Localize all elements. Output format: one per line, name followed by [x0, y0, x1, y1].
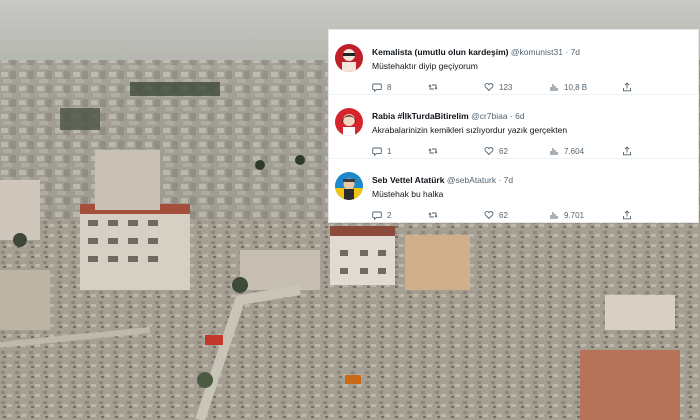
- tweet[interactable]: Rabia #İlkTurdaBitirelim @cr7biaa · 6d A…: [329, 94, 698, 159]
- avatar-portrait-icon[interactable]: [335, 172, 363, 200]
- author-name[interactable]: Kemalista (umutlu olun kardeşim): [372, 47, 509, 57]
- separator: ·: [565, 47, 569, 57]
- separator: ·: [498, 175, 502, 185]
- views-count: 7.604: [564, 146, 585, 156]
- views-chart-icon: [550, 212, 558, 219]
- reply-icon: [372, 147, 382, 156]
- retweet-icon: [428, 84, 438, 90]
- heart-icon: [484, 83, 494, 92]
- tweet-text: Akrabalarinizin kemikleri sızlıyordur ya…: [372, 125, 568, 135]
- tweet-actions: 8 123 10,8 B: [372, 82, 672, 94]
- heart-icon: [484, 147, 494, 156]
- avatar-red-portrait-icon[interactable]: [335, 108, 363, 136]
- reply-count: 2: [387, 210, 392, 220]
- tweet-actions: 1 62 7.604: [372, 146, 672, 158]
- share-button[interactable]: [622, 210, 632, 220]
- views-button[interactable]: 7.604: [549, 146, 584, 156]
- author-handle[interactable]: @cr7biaa: [471, 111, 508, 121]
- reply-count: 1: [387, 146, 392, 156]
- views-count: 9.701: [564, 210, 585, 220]
- retweet-button[interactable]: [428, 210, 443, 220]
- author-name[interactable]: Rabia #İlkTurdaBitirelim: [372, 111, 469, 121]
- separator: ·: [509, 111, 513, 121]
- tweet-actions: 2 62 9.701: [372, 210, 672, 222]
- retweet-button[interactable]: [428, 146, 443, 156]
- retweet-button[interactable]: [428, 82, 443, 92]
- views-button[interactable]: 10,8 B: [549, 82, 587, 92]
- reply-button[interactable]: 8: [372, 82, 391, 92]
- share-icon: [623, 146, 631, 156]
- like-button[interactable]: 62: [484, 210, 508, 220]
- author-name[interactable]: Seb Vettel Atatürk: [372, 175, 444, 185]
- views-chart-icon: [550, 84, 558, 91]
- views-count: 10,8 B: [564, 82, 588, 92]
- tweets-panel: Kemalista (umutlu olun kardeşim) @komuni…: [329, 30, 698, 222]
- reply-count: 8: [387, 82, 392, 92]
- reply-button[interactable]: 2: [372, 210, 391, 220]
- like-count: 123: [499, 82, 513, 92]
- like-count: 62: [499, 210, 508, 220]
- timestamp[interactable]: 7d: [571, 47, 580, 57]
- views-chart-icon: [550, 148, 558, 155]
- retweet-icon: [428, 148, 438, 154]
- tweet-header: Kemalista (umutlu olun kardeşim) @komuni…: [372, 47, 580, 57]
- reply-icon: [372, 211, 382, 220]
- tweet[interactable]: Seb Vettel Atatürk @sebAtaturk · 7d Müst…: [329, 158, 698, 222]
- share-icon: [623, 82, 631, 92]
- views-button[interactable]: 9.701: [549, 210, 584, 220]
- like-button[interactable]: 123: [484, 82, 512, 92]
- retweet-icon: [428, 212, 438, 218]
- share-button[interactable]: [622, 146, 632, 156]
- timestamp[interactable]: 6d: [515, 111, 524, 121]
- reply-button[interactable]: 1: [372, 146, 391, 156]
- share-button[interactable]: [622, 82, 632, 92]
- avatar-red-icon[interactable]: [335, 44, 363, 72]
- author-handle[interactable]: @sebAtaturk: [447, 175, 496, 185]
- tweet-text: Müstehak bu halka: [372, 189, 444, 199]
- tweet-header: Rabia #İlkTurdaBitirelim @cr7biaa · 6d: [372, 111, 525, 121]
- tweet-header: Seb Vettel Atatürk @sebAtaturk · 7d: [372, 175, 513, 185]
- like-count: 62: [499, 146, 508, 156]
- tweet[interactable]: Kemalista (umutlu olun kardeşim) @komuni…: [329, 30, 698, 95]
- like-button[interactable]: 62: [484, 146, 508, 156]
- tweet-text: Müstehaktır diyip geçiyorum: [372, 61, 478, 71]
- heart-icon: [484, 211, 494, 220]
- share-icon: [623, 210, 631, 220]
- author-handle[interactable]: @komunist31: [511, 47, 563, 57]
- timestamp[interactable]: 7d: [504, 175, 513, 185]
- reply-icon: [372, 83, 382, 92]
